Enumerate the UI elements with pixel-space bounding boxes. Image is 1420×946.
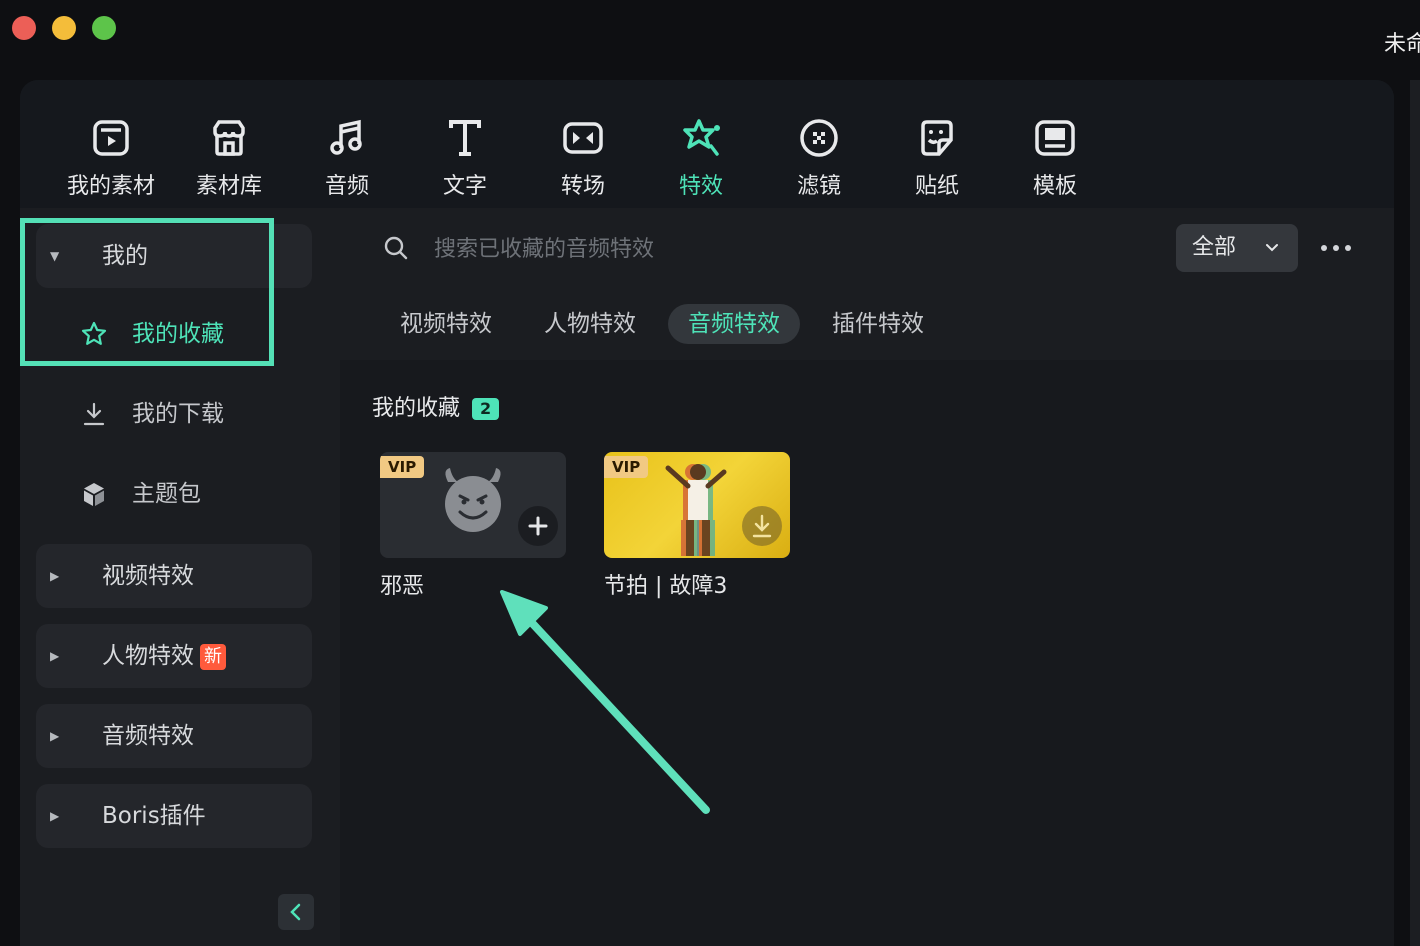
filter-icon bbox=[800, 119, 838, 157]
caret-right-icon: ▶ bbox=[50, 809, 60, 823]
chevron-down-icon bbox=[1266, 244, 1278, 252]
music-icon bbox=[330, 119, 362, 155]
search-bar: 全部 bbox=[340, 208, 1394, 288]
sidebar-group-audio-effects[interactable]: ▶ 音频特效 bbox=[36, 704, 312, 768]
close-window-button[interactable] bbox=[12, 16, 36, 40]
sidebar-group-label: 音频特效 bbox=[102, 723, 194, 749]
filter-dropdown[interactable]: 全部 bbox=[1176, 224, 1298, 272]
tool-text[interactable]: 文字 bbox=[406, 116, 524, 199]
tool-audio[interactable]: 音频 bbox=[288, 116, 406, 199]
vip-badge: VIP bbox=[604, 456, 649, 478]
group-label-text: 人物特效 bbox=[102, 643, 194, 669]
tab-video-effects[interactable]: 视频特效 bbox=[380, 304, 512, 344]
tab-plugin-effects[interactable]: 插件特效 bbox=[812, 304, 944, 344]
tool-transition[interactable]: 转场 bbox=[524, 116, 642, 199]
sidebar-item-label: 我的下载 bbox=[132, 401, 224, 427]
collapse-sidebar-button[interactable] bbox=[278, 894, 314, 930]
effect-card-name: 邪恶 bbox=[380, 574, 425, 599]
sidebar-group-label: Boris插件 bbox=[102, 803, 206, 829]
effect-thumbnail: VIP bbox=[380, 452, 566, 558]
plus-icon bbox=[528, 516, 548, 536]
top-toolbar: 我的素材 素材库 音频 文字 转场 特效 滤镜 贴纸 模板 bbox=[20, 80, 1394, 208]
tool-my-media[interactable]: 我的素材 bbox=[52, 116, 170, 199]
tool-label: 滤镜 bbox=[796, 174, 841, 199]
vip-badge: VIP bbox=[380, 456, 425, 478]
minimize-window-button[interactable] bbox=[52, 16, 76, 40]
text-icon bbox=[449, 120, 481, 156]
store-icon bbox=[213, 120, 245, 156]
tool-effects[interactable]: 特效 bbox=[642, 116, 760, 199]
new-badge: 新 bbox=[200, 643, 226, 670]
sidebar-item-downloads[interactable]: 我的下载 bbox=[36, 382, 312, 446]
effects-icon bbox=[683, 119, 720, 156]
sidebar-group-video-effects[interactable]: ▶ 视频特效 bbox=[36, 544, 312, 608]
favorites-section-title: 我的收藏 2 bbox=[372, 390, 500, 422]
tool-label: 特效 bbox=[678, 174, 723, 199]
tab-audio-effects[interactable]: 音频特效 bbox=[668, 304, 800, 344]
effect-card-beat-glitch[interactable]: VIP 节拍 | 故障3 bbox=[604, 452, 790, 600]
package-icon bbox=[84, 483, 104, 506]
tool-label: 转场 bbox=[560, 174, 605, 199]
chevron-left-icon bbox=[290, 903, 301, 921]
effect-card-evil[interactable]: VIP 邪恶 bbox=[380, 452, 566, 600]
download-button[interactable] bbox=[742, 506, 782, 546]
add-button[interactable] bbox=[518, 506, 558, 546]
my-media-icon bbox=[93, 120, 129, 156]
caret-right-icon: ▶ bbox=[50, 649, 60, 663]
effect-thumbnail: VIP bbox=[604, 452, 790, 558]
sidebar-group-people-effects[interactable]: ▶ 人物特效新 bbox=[36, 624, 312, 688]
tool-filter[interactable]: 滤镜 bbox=[760, 116, 878, 199]
effect-card-name: 节拍 | 故障3 bbox=[604, 574, 728, 599]
sidebar: ▼ 我的 我的收藏 我的下载 主题包 ▶ 视频特效 ▶ 人物特效新 ▶ 音频特效… bbox=[20, 208, 340, 946]
tab-people-effects[interactable]: 人物特效 bbox=[524, 304, 656, 344]
filter-dropdown-value: 全部 bbox=[1192, 235, 1237, 260]
download-icon bbox=[752, 514, 772, 538]
section-title-text: 我的收藏 bbox=[372, 396, 461, 421]
maximize-window-button[interactable] bbox=[92, 16, 116, 40]
tool-template[interactable]: 模板 bbox=[996, 116, 1114, 199]
tool-label: 我的素材 bbox=[66, 174, 155, 199]
caret-right-icon: ▶ bbox=[50, 569, 60, 583]
sidebar-group-label: 人物特效新 bbox=[102, 624, 226, 688]
tool-sticker[interactable]: 贴纸 bbox=[878, 116, 996, 199]
highlight-annotation-box bbox=[20, 218, 274, 366]
effects-browser: 全部 视频特效 人物特效 音频特效 插件特效 我的收藏 2 bbox=[340, 208, 1394, 946]
title-bar: 未命 bbox=[0, 0, 1420, 80]
sidebar-group-boris[interactable]: ▶ Boris插件 bbox=[36, 784, 312, 848]
transition-icon bbox=[563, 122, 603, 154]
more-options-icon[interactable] bbox=[1318, 238, 1358, 258]
timeline-ruler-edge bbox=[1410, 80, 1420, 946]
search-icon bbox=[384, 236, 408, 260]
sticker-icon bbox=[921, 120, 953, 156]
sidebar-group-label: 视频特效 bbox=[102, 563, 194, 589]
template-icon bbox=[1035, 120, 1075, 156]
favorites-count-badge: 2 bbox=[472, 398, 500, 420]
tool-label: 音频 bbox=[324, 174, 369, 199]
tool-stock-library[interactable]: 素材库 bbox=[170, 116, 288, 199]
tool-label: 模板 bbox=[1032, 174, 1077, 199]
search-input[interactable] bbox=[432, 228, 1136, 270]
category-tabs: 视频特效 人物特效 音频特效 插件特效 bbox=[340, 288, 1394, 360]
download-icon bbox=[83, 402, 105, 426]
tool-label: 文字 bbox=[442, 174, 487, 199]
tool-label: 贴纸 bbox=[914, 174, 959, 199]
window-title: 未命 bbox=[1384, 32, 1420, 57]
sidebar-item-themes[interactable]: 主题包 bbox=[36, 462, 312, 526]
media-panel: 我的素材 素材库 音频 文字 转场 特效 滤镜 贴纸 模板 ▼ 我的 我的收藏 … bbox=[20, 80, 1394, 946]
sidebar-item-label: 主题包 bbox=[132, 481, 201, 507]
caret-right-icon: ▶ bbox=[50, 729, 60, 743]
tool-label: 素材库 bbox=[195, 174, 262, 199]
